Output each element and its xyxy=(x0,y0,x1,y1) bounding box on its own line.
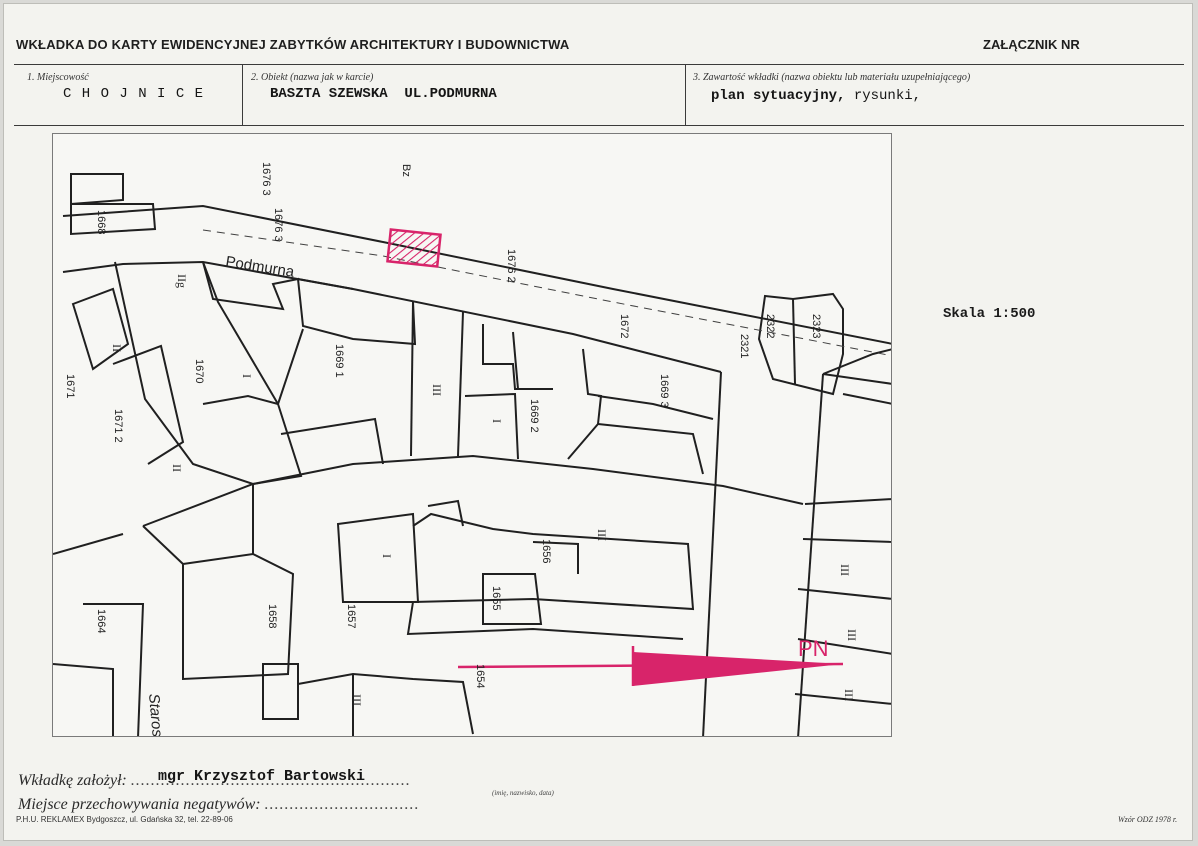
site-plan-map: PN Podmurna Staroszkolna 1676 3 1676 3 1… xyxy=(52,133,892,737)
parcel-label: 1672 xyxy=(618,314,630,338)
floor-mark: I xyxy=(380,554,394,558)
scale-label: Skala 1:500 xyxy=(943,306,1036,322)
parcel-label: 1669 2 xyxy=(528,399,540,433)
parcel-label: 2323 xyxy=(810,314,822,338)
contents-value-rest: rysunki, xyxy=(845,88,922,104)
parcel-label: Bz xyxy=(400,164,412,177)
parcel-label: 1655 xyxy=(490,586,502,610)
parcel-label: 1670 xyxy=(193,359,205,383)
floor-mark: III xyxy=(845,629,859,641)
floor-mark: III xyxy=(595,529,609,541)
parcel-label: 1668 xyxy=(95,210,107,234)
parcel-lines xyxy=(53,173,891,736)
parcel-label: 1669 3 xyxy=(658,374,670,408)
floor-mark: IIg xyxy=(175,274,189,288)
measurement-line xyxy=(202,229,891,357)
header-divider-1 xyxy=(242,64,243,126)
founder-label: Wkładkę założył: xyxy=(18,772,127,789)
street-label-podmurna: Podmurna xyxy=(224,253,296,281)
parcel-label: 1676 3 xyxy=(260,162,272,196)
parcel-label: 2322 xyxy=(764,314,776,338)
parcel-label: 1654 xyxy=(474,664,486,688)
parcel-label: 1669 1 xyxy=(333,344,345,378)
parcel-label-group: 1676 3 1676 3 1676 2 1668 1672 2321 2322… xyxy=(64,162,822,688)
floor-mark: II xyxy=(110,344,124,352)
parcel-label: 2321 xyxy=(738,334,750,358)
negatives-row: Miejsce przechowywania negatywów: ......… xyxy=(18,796,420,814)
floor-mark: III xyxy=(430,384,444,396)
printer-imprint: P.H.U. REKLAMEX Bydgoszcz, ul. Gdańska 3… xyxy=(16,815,233,824)
object-label: 2. Obiekt (nazwa jak w karcie) xyxy=(251,72,374,83)
locality-label: 1. Miejscowość xyxy=(27,72,89,83)
street-label-staroszkolna: Staroszkolna xyxy=(145,693,169,737)
parcel-label: 1664 xyxy=(95,609,107,633)
floor-mark: I xyxy=(490,419,504,423)
contents-value-bold: plan sytuacyjny, xyxy=(711,88,846,104)
north-label: PN xyxy=(798,636,829,661)
site-plan-drawing: PN Podmurna Staroszkolna 1676 3 1676 3 1… xyxy=(53,162,891,737)
north-arrow xyxy=(457,646,844,686)
founder-hint: (imię, nazwisko, data) xyxy=(492,789,554,797)
annex-label: ZAŁĄCZNIK NR xyxy=(983,37,1080,52)
contents-label: 3. Zawartość wkładki (nazwa obiektu lub … xyxy=(693,72,971,83)
form-model: Wzór ODZ 1978 r. xyxy=(1118,815,1178,824)
floor-mark: III xyxy=(350,694,364,706)
founder-value: mgr Krzysztof Bartowski xyxy=(158,768,366,785)
document-title: WKŁADKA DO KARTY EWIDENCYJNEJ ZABYTKÓW A… xyxy=(16,37,570,52)
header-rule-bottom xyxy=(14,125,1184,126)
parcel-label: 1657 xyxy=(345,604,357,628)
floor-mark: III xyxy=(838,564,852,576)
parcel-label: 1676 2 xyxy=(505,249,517,283)
locality-value: C H O J N I C E xyxy=(63,86,205,102)
header-rule-top xyxy=(14,64,1184,65)
contents-value: plan sytuacyjny, rysunki, xyxy=(711,88,921,104)
header-divider-2 xyxy=(685,64,686,126)
monument-marker xyxy=(386,228,442,268)
parcel-label: 1671 xyxy=(64,374,76,398)
object-value: BASZTA SZEWSKA UL.PODMURNA xyxy=(270,86,497,102)
parcel-label: 1676 3 xyxy=(272,208,284,242)
floor-mark: III xyxy=(842,689,856,701)
parcel-label: 1656 xyxy=(540,539,552,563)
parcel-label: 1658 xyxy=(266,604,278,628)
parcel-label: 1671 2 xyxy=(112,409,124,443)
negatives-label: Miejsce przechowywania negatywów: xyxy=(18,796,261,813)
negatives-dots: ............................... xyxy=(264,796,420,813)
floor-mark: I xyxy=(240,374,254,378)
floor-mark: II xyxy=(170,464,184,472)
